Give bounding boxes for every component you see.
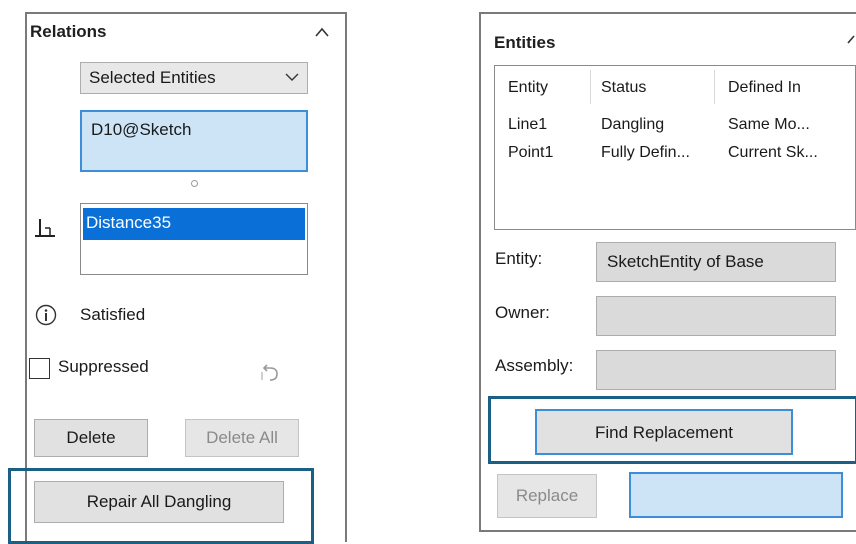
entities-table[interactable]: Entity Status Defined In Line1 Dangling … (494, 65, 856, 230)
collapse-chevron-icon[interactable] (846, 33, 856, 45)
relation-item-distance35[interactable]: Distance35 (83, 208, 305, 240)
table-cell: Fully Defin... (601, 144, 690, 161)
entity-selection-box[interactable]: D10@Sketch (80, 110, 308, 172)
repair-all-dangling-button[interactable]: Repair All Dangling (34, 481, 284, 523)
relations-list[interactable]: Distance35 (80, 203, 308, 275)
filter-dropdown[interactable]: Selected Entities (80, 62, 308, 94)
collapse-chevron-icon[interactable] (314, 26, 330, 38)
owner-field[interactable] (596, 296, 836, 336)
relations-title: Relations (30, 22, 107, 41)
undo-icon[interactable] (258, 362, 282, 384)
entity-field-value: SketchEntity of Base (607, 252, 764, 271)
entities-title: Entities (494, 33, 556, 52)
replace-button[interactable]: Replace (497, 474, 597, 518)
delete-all-button[interactable]: Delete All (185, 419, 299, 457)
replacement-entity-field[interactable] (629, 472, 843, 518)
distance-relation-icon (35, 219, 55, 237)
table-cell: Line1 (508, 116, 548, 133)
chevron-down-icon (285, 73, 299, 81)
column-header-status[interactable]: Status (601, 79, 646, 97)
table-cell: Dangling (601, 116, 665, 133)
delete-button[interactable]: Delete (34, 419, 148, 457)
suppressed-checkbox[interactable] (29, 358, 50, 379)
table-row[interactable]: Point1 Fully Defin... Current Sk... (495, 142, 855, 168)
info-icon (35, 304, 57, 326)
find-replacement-button[interactable]: Find Replacement (535, 409, 793, 455)
entity-label: Entity: (495, 249, 543, 268)
assembly-field[interactable] (596, 350, 836, 390)
table-cell: Point1 (508, 144, 554, 161)
entity-selection-value: D10@Sketch (91, 120, 192, 139)
assembly-label: Assembly: (495, 356, 574, 375)
filter-dropdown-value: Selected Entities (89, 68, 216, 87)
column-header-entity[interactable]: Entity (508, 79, 548, 97)
column-divider[interactable] (590, 70, 591, 104)
suppressed-label: Suppressed (58, 357, 149, 376)
table-cell: Same Mo... (728, 116, 810, 133)
owner-label: Owner: (495, 303, 550, 322)
table-row[interactable]: Line1 Dangling Same Mo... (495, 112, 855, 138)
column-divider[interactable] (714, 70, 715, 104)
table-cell: Current Sk... (728, 144, 818, 161)
relation-status: Satisfied (80, 305, 146, 324)
resize-handle-dot[interactable] (191, 180, 198, 187)
entity-field[interactable]: SketchEntity of Base (596, 242, 836, 282)
column-header-defined-in[interactable]: Defined In (728, 79, 801, 97)
